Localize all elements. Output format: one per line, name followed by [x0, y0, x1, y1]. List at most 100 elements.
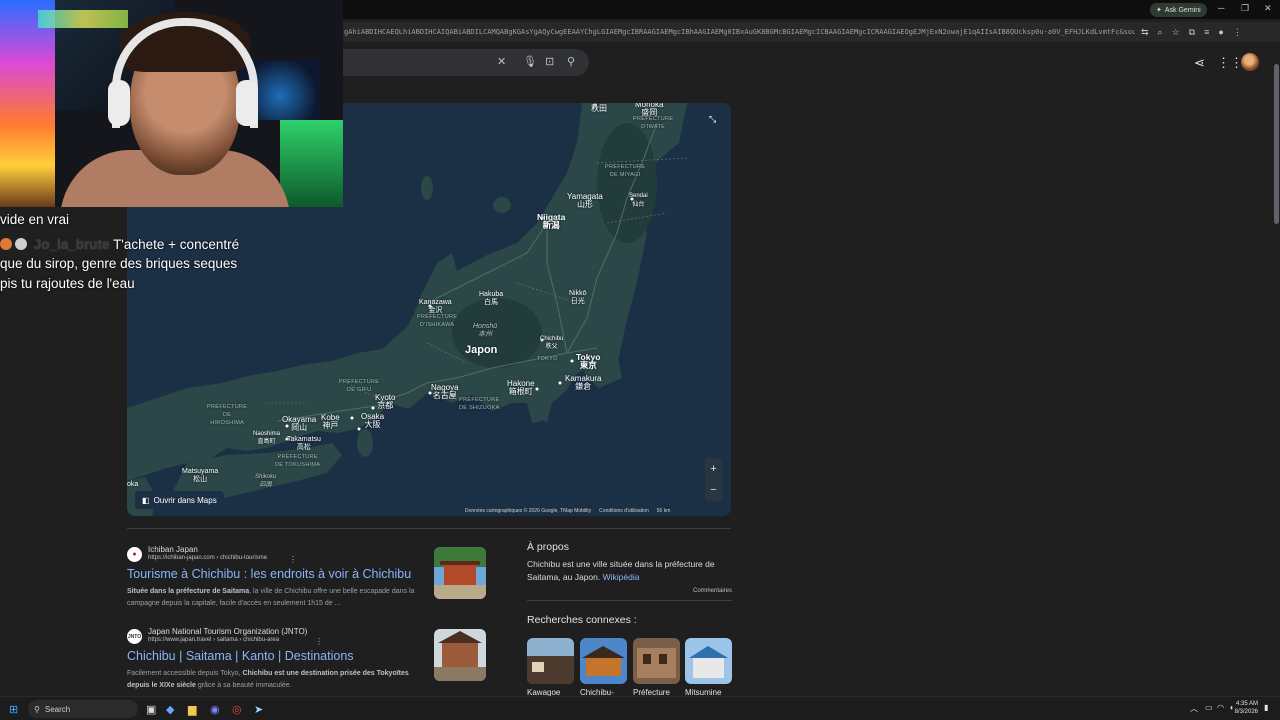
map-label-gifu: PRÉFECTURE DE GIFU [339, 379, 380, 393]
map-label-honshu: Honshū 本州 [473, 323, 498, 338]
zoom-icon[interactable]: ⌕ [1158, 27, 1163, 38]
close-icon[interactable]: ✕ [1264, 3, 1272, 14]
page-scrollbar[interactable] [1273, 44, 1280, 696]
webcam-overlay [0, 0, 343, 207]
sub-badge-icon [15, 237, 27, 250]
ask-gemini-label: Ask Gemini [1164, 6, 1201, 14]
map-label-kamakura: Kamakura 鎌倉 [565, 374, 602, 391]
map-label-shizuoka: PRÉFECTURE DE SHIZUOKA [459, 397, 500, 411]
gemini-icon: ✦ [1156, 7, 1162, 14]
result-title-link[interactable]: Tourisme à Chichibu : les endroits à voi… [127, 567, 411, 581]
wikipedia-link[interactable]: Wikipédia [603, 572, 640, 582]
network-icon[interactable]: ▭ [1205, 703, 1213, 712]
app-icon[interactable]: ➤ [254, 701, 263, 717]
related-item[interactable]: Chichibu- [580, 638, 627, 697]
url-text[interactable]: gAhiABDIHCAEQLhiABDIHCAIQABiABDILCAMQABg… [340, 28, 1135, 36]
feedback-link[interactable]: Commentaires [693, 588, 732, 594]
result-thumbnail[interactable] [434, 629, 486, 681]
clear-search-icon[interactable]: ✕ [497, 55, 506, 68]
search-icon[interactable]: ⚲ [567, 55, 575, 68]
app-icon[interactable]: ◆ [166, 701, 174, 717]
expand-map-icon[interactable]: ⤡ [709, 114, 721, 126]
about-heading: À propos [527, 541, 570, 553]
related-item[interactable]: Kawagoe [527, 638, 574, 697]
taskbar-search-label: Search [44, 704, 71, 714]
map-label-oka: oka [127, 481, 139, 488]
wifi-icon[interactable]: ◠ [1217, 703, 1224, 712]
clock-date: 8/3/2026 [1234, 709, 1258, 715]
stream-chat-overlay: vide en vrai Jo_la_brute T'achete + conc… [0, 210, 250, 293]
lens-search-icon[interactable]: ⊡ [545, 55, 554, 68]
related-item[interactable]: Mitsumine [685, 638, 732, 697]
apps-grid-icon[interactable]: ⋮⋮ [1217, 55, 1243, 71]
windows-taskbar: ⊞ ⚲ Search ▣ ◆ ▆ ◉ ◎ ➤ ︿ ▭ ◠ ◖ 4:35 AM 8… [0, 696, 1280, 720]
map-terms-link[interactable]: Conditions d'utilisation [599, 508, 649, 514]
site-favicon: ● [127, 547, 142, 562]
taskbar-search[interactable]: ⚲ Search [28, 700, 138, 718]
tab-search-icon[interactable]: ≡ [1204, 27, 1209, 38]
result-site-name: Japan National Tourism Organization (JNT… [148, 627, 308, 636]
result-site-name: Ichiban Japan [148, 545, 198, 554]
map-label-matsuyama: Matsuyama 松山 [182, 468, 219, 483]
discord-icon[interactable]: ◉ [210, 701, 220, 717]
minimize-icon[interactable]: ─ [1218, 3, 1224, 13]
result-thumbnail[interactable] [434, 547, 486, 599]
map-label-nagoya: Nagoya 名古屋 [431, 383, 459, 400]
chat-message: vide en vrai [0, 212, 70, 227]
browser-menu-icon[interactable]: ⋮ [1233, 27, 1242, 38]
related-item[interactable]: Préfecture [633, 638, 680, 697]
tray-chevron-icon[interactable]: ︿ [1190, 703, 1198, 714]
system-clock[interactable]: 4:35 AM 8/3/2026 [1226, 700, 1258, 716]
zoom-in-icon[interactable]: + [710, 463, 716, 475]
map-label-iwate: PRÉFECTURE D'IWATE [633, 116, 674, 130]
search-icon: ⚲ [34, 704, 40, 714]
ask-gemini-button[interactable]: ✦ Ask Gemini [1150, 3, 1207, 17]
map-label-akita: 秋田 [591, 104, 607, 113]
map-label-tokyo-pref: TOKYO [537, 356, 558, 362]
map-label-niigata: Niigata 新潟 [537, 212, 566, 230]
map-label-miyagi: PRÉFECTURE DE MIYAGI [605, 164, 646, 178]
map-scale: 50 km [656, 508, 671, 514]
result-more-icon[interactable]: ⋮ [315, 637, 323, 646]
zoom-out-icon[interactable]: − [710, 484, 716, 496]
chrome-icon[interactable]: ◎ [232, 701, 242, 717]
map-label-chichibu: Chichibu 秩父 [540, 336, 564, 350]
address-bar[interactable]: gAhiABDIHCAEQLhiABDIHCAIQABiABDILCAMQABg… [340, 22, 1280, 42]
about-panel: À propos Chichibu est une ville située d… [527, 541, 732, 601]
result-breadcrumb: https://www.japan.travel › saitama › chi… [148, 637, 280, 643]
share-icon[interactable]: ⋖ [1194, 55, 1205, 71]
related-searches-heading: Recherches connexes : [527, 614, 637, 626]
open-in-maps-label: Ouvrir dans Maps [153, 495, 217, 505]
result-snippet: Située dans la préfecture de Saitama, la… [127, 588, 415, 607]
related-thumbnail [685, 638, 732, 684]
extensions-icon[interactable]: ⧉ [1189, 27, 1195, 38]
result-title-link[interactable]: Chichibu | Saitama | Kanto | Destination… [127, 649, 354, 663]
map-label-kobe: Kobe 神戸 [321, 413, 340, 430]
map-label-okayama: Okayama 岡山 [282, 415, 317, 432]
scrollbar-thumb[interactable] [1274, 64, 1279, 224]
notifications-icon[interactable]: ▮ [1264, 703, 1268, 712]
profile-icon[interactable]: ● [1218, 27, 1223, 38]
map-label-tokushima: PRÉFECTURE DE TOKUSHIMA [275, 454, 321, 468]
map-label-hakone: Hakone 箱根町 [507, 379, 535, 396]
related-thumbnail [527, 638, 574, 684]
open-in-maps-button[interactable]: ◧ Ouvrir dans Maps [135, 491, 224, 509]
result-more-icon[interactable]: ⋮ [289, 555, 297, 564]
windows-start-icon[interactable]: ⊞ [9, 701, 18, 717]
map-label-tokyo: Tokyo 東京 [576, 352, 601, 370]
map-label-ishikawa: PRÉFECTURE D'ISHIKAWA [417, 314, 458, 328]
account-avatar[interactable] [1241, 53, 1259, 71]
task-view-icon[interactable]: ▣ [146, 701, 156, 717]
about-divider [527, 600, 732, 601]
chat-message: Jo_la_brute T'achete + concentré que du … [0, 235, 250, 294]
search-input[interactable]: ✕ 🎙 ⊡ ⚲ [340, 49, 589, 76]
zoom-control: + − [705, 458, 722, 501]
file-explorer-icon[interactable]: ▆ [188, 701, 196, 717]
voice-search-icon[interactable]: 🎙 [523, 55, 537, 68]
map-label-yamagata: Yamagata 山形 [567, 192, 603, 209]
map-label-sendai: Sendai 仙台 [629, 193, 648, 208]
bookmark-star-icon[interactable]: ☆ [1172, 27, 1180, 38]
restore-icon[interactable]: ❐ [1241, 3, 1249, 14]
result-breadcrumb: https://ichiban-japan.com › chichibu-tou… [148, 555, 268, 561]
translate-icon[interactable]: ⇆ [1141, 27, 1149, 38]
